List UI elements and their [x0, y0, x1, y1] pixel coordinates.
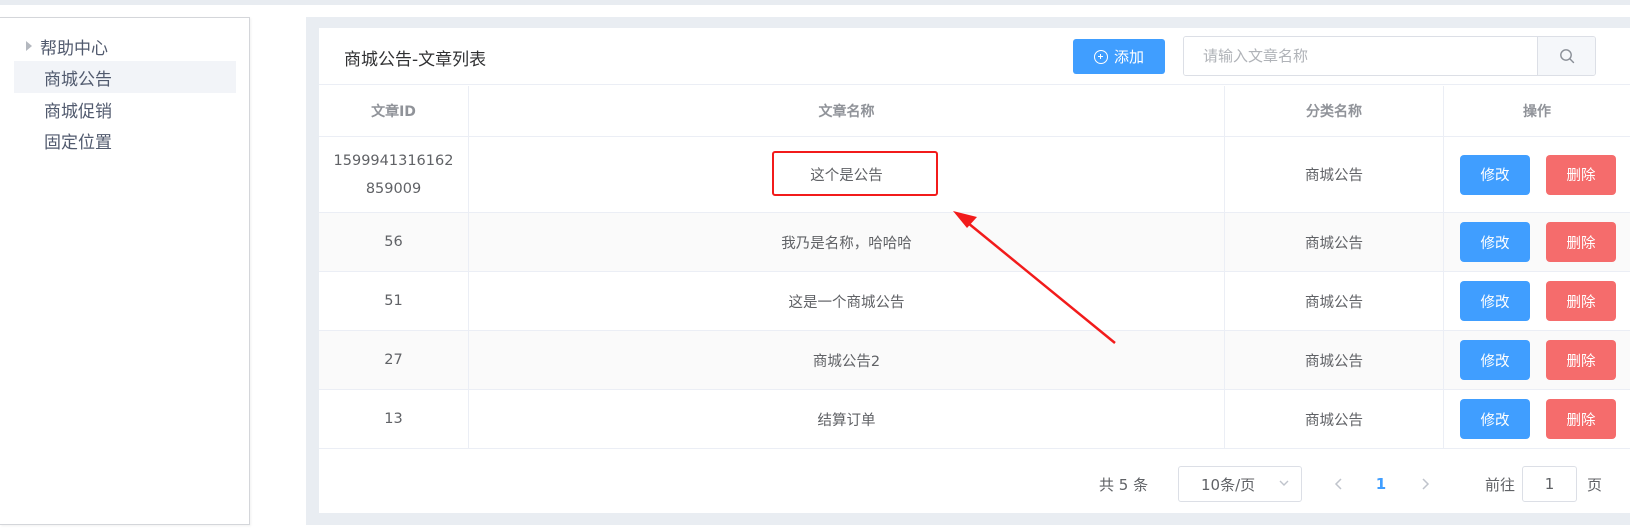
- chevron-right-icon: [1422, 478, 1430, 490]
- cell-category: 商城公告: [1225, 331, 1444, 389]
- column-header-id: 文章ID: [319, 86, 469, 136]
- table-row: 51 这是一个商城公告 商城公告 修改 删除: [319, 272, 1630, 331]
- cell-name: 商城公告2: [469, 331, 1225, 389]
- top-border: [0, 0, 1630, 5]
- chevron-down-icon: [1279, 480, 1289, 486]
- cell-actions: 修改 删除: [1444, 331, 1630, 389]
- caret-right-icon[interactable]: [26, 41, 32, 51]
- search-box: [1183, 36, 1596, 76]
- article-table: 文章ID 文章名称 分类名称 操作 1599941316162859009 这个…: [319, 86, 1630, 449]
- delete-button[interactable]: 删除: [1546, 281, 1616, 321]
- annotation-highlight-box: [772, 151, 938, 196]
- column-header-category: 分类名称: [1225, 86, 1444, 136]
- cell-actions: 修改 删除: [1444, 390, 1630, 448]
- tree-node-mall-promotion[interactable]: 商城促销: [14, 93, 236, 125]
- cell-id: 56: [319, 213, 469, 271]
- cell-category: 商城公告: [1225, 272, 1444, 330]
- plus-circle-icon: [1093, 49, 1108, 64]
- add-button[interactable]: 添加: [1073, 39, 1165, 74]
- cell-actions: 修改 删除: [1444, 213, 1630, 271]
- pagination: 共 5 条 10条/页 1 前往 页: [319, 458, 1630, 513]
- cell-id: 13: [319, 390, 469, 448]
- tree-node-label: 商城公告: [44, 69, 112, 90]
- page-title: 商城公告-文章列表: [344, 50, 487, 70]
- delete-button[interactable]: 删除: [1546, 222, 1616, 262]
- cell-category: 商城公告: [1225, 137, 1444, 212]
- cell-name: 结算订单: [469, 390, 1225, 448]
- column-header-actions: 操作: [1523, 104, 1551, 120]
- goto-page-input[interactable]: [1522, 466, 1577, 502]
- table-row: 13 结算订单 商城公告 修改 删除: [319, 390, 1630, 449]
- edit-button[interactable]: 修改: [1460, 222, 1530, 262]
- cell-category: 商城公告: [1225, 390, 1444, 448]
- table-row: 56 我乃是名称，哈哈哈 商城公告 修改 删除: [319, 213, 1630, 272]
- tree-node-label: 帮助中心: [40, 38, 108, 59]
- page-number-current[interactable]: 1: [1366, 468, 1396, 500]
- search-input[interactable]: [1184, 37, 1537, 75]
- goto-suffix: 页: [1587, 476, 1603, 494]
- next-page-button[interactable]: [1410, 468, 1440, 500]
- tree-node-fixed-position[interactable]: 固定位置: [14, 124, 236, 156]
- goto-label: 前往: [1485, 476, 1516, 494]
- delete-button[interactable]: 删除: [1546, 340, 1616, 380]
- cell-name: 我乃是名称，哈哈哈: [469, 213, 1225, 271]
- edit-button[interactable]: 修改: [1460, 399, 1530, 439]
- chevron-left-icon: [1334, 478, 1342, 490]
- delete-button[interactable]: 删除: [1546, 399, 1616, 439]
- search-button[interactable]: [1537, 37, 1595, 75]
- cell-actions: 修改 删除: [1444, 272, 1630, 330]
- article-list-card: 商城公告-文章列表 添加 文章ID 文章名称 分类名称 操作 159994131…: [319, 28, 1630, 513]
- cell-name: 这是一个商城公告: [469, 272, 1225, 330]
- delete-button[interactable]: 删除: [1546, 154, 1616, 195]
- search-icon: [1559, 49, 1574, 64]
- tree-node-mall-notice[interactable]: 商城公告: [14, 61, 236, 93]
- cell-category: 商城公告: [1225, 213, 1444, 271]
- edit-button[interactable]: 修改: [1460, 340, 1530, 380]
- card-header: 商城公告-文章列表 添加: [319, 28, 1630, 85]
- page-size-value: 10条/页: [1201, 475, 1256, 494]
- cell-id: 51: [319, 272, 469, 330]
- edit-button[interactable]: 修改: [1460, 154, 1530, 195]
- prev-page-button[interactable]: [1324, 468, 1354, 500]
- column-header-name: 文章名称: [469, 86, 1225, 136]
- total-count: 共 5 条: [1099, 476, 1149, 494]
- tree-node-label: 商城促销: [44, 101, 112, 122]
- article-id: 1599941316162859009: [333, 152, 454, 197]
- table-row: 27 商城公告2 商城公告 修改 删除: [319, 331, 1630, 390]
- edit-button[interactable]: 修改: [1460, 281, 1530, 321]
- cell-id: 1599941316162859009: [319, 137, 469, 212]
- category-tree: 帮助中心 商城公告 商城促销 固定位置: [0, 17, 250, 525]
- table-row: 1599941316162859009 这个是公告 商城公告 修改 删除: [319, 137, 1630, 213]
- cell-actions: 修改 删除: [1444, 137, 1630, 212]
- tree-node-help-center[interactable]: 帮助中心: [14, 30, 236, 62]
- tree-node-label: 固定位置: [44, 132, 112, 153]
- table-header-row: 文章ID 文章名称 分类名称 操作: [319, 86, 1630, 137]
- cell-id: 27: [319, 331, 469, 389]
- page-size-select[interactable]: 10条/页: [1178, 466, 1302, 502]
- add-button-label: 添加: [1113, 48, 1144, 66]
